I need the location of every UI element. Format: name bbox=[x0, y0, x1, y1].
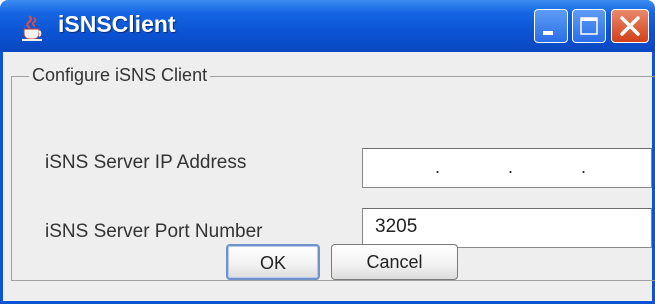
ip-separator-1: . bbox=[435, 157, 441, 177]
ip-address-label: iSNS Server IP Address bbox=[45, 152, 247, 173]
ip-separator-3: . bbox=[581, 157, 587, 177]
ip-address-field[interactable]: . . . bbox=[362, 148, 652, 188]
port-number-label: iSNS Server Port Number bbox=[45, 221, 263, 242]
ip-separator-2: . bbox=[508, 157, 514, 177]
ok-button[interactable]: OK bbox=[226, 244, 320, 280]
close-icon bbox=[620, 16, 640, 36]
close-button[interactable] bbox=[611, 9, 649, 43]
dialog-body: iSNS Server IP Address . . . iSNS Server… bbox=[0, 52, 655, 304]
window-title: iSNSClient bbox=[58, 11, 176, 37]
maximize-button[interactable] bbox=[572, 9, 606, 43]
port-number-field[interactable]: 3205 bbox=[362, 208, 652, 248]
group-legend: Configure iSNS Client bbox=[29, 65, 211, 86]
maximize-icon bbox=[580, 17, 598, 35]
minimize-icon bbox=[543, 31, 553, 35]
java-cup-icon bbox=[18, 12, 48, 42]
isns-client-window: iSNSClient iSNS Server IP Address . . . bbox=[0, 0, 655, 304]
minimize-button[interactable] bbox=[534, 9, 568, 43]
title-bar[interactable]: iSNSClient bbox=[0, 0, 655, 52]
cancel-button[interactable]: Cancel bbox=[331, 244, 458, 280]
